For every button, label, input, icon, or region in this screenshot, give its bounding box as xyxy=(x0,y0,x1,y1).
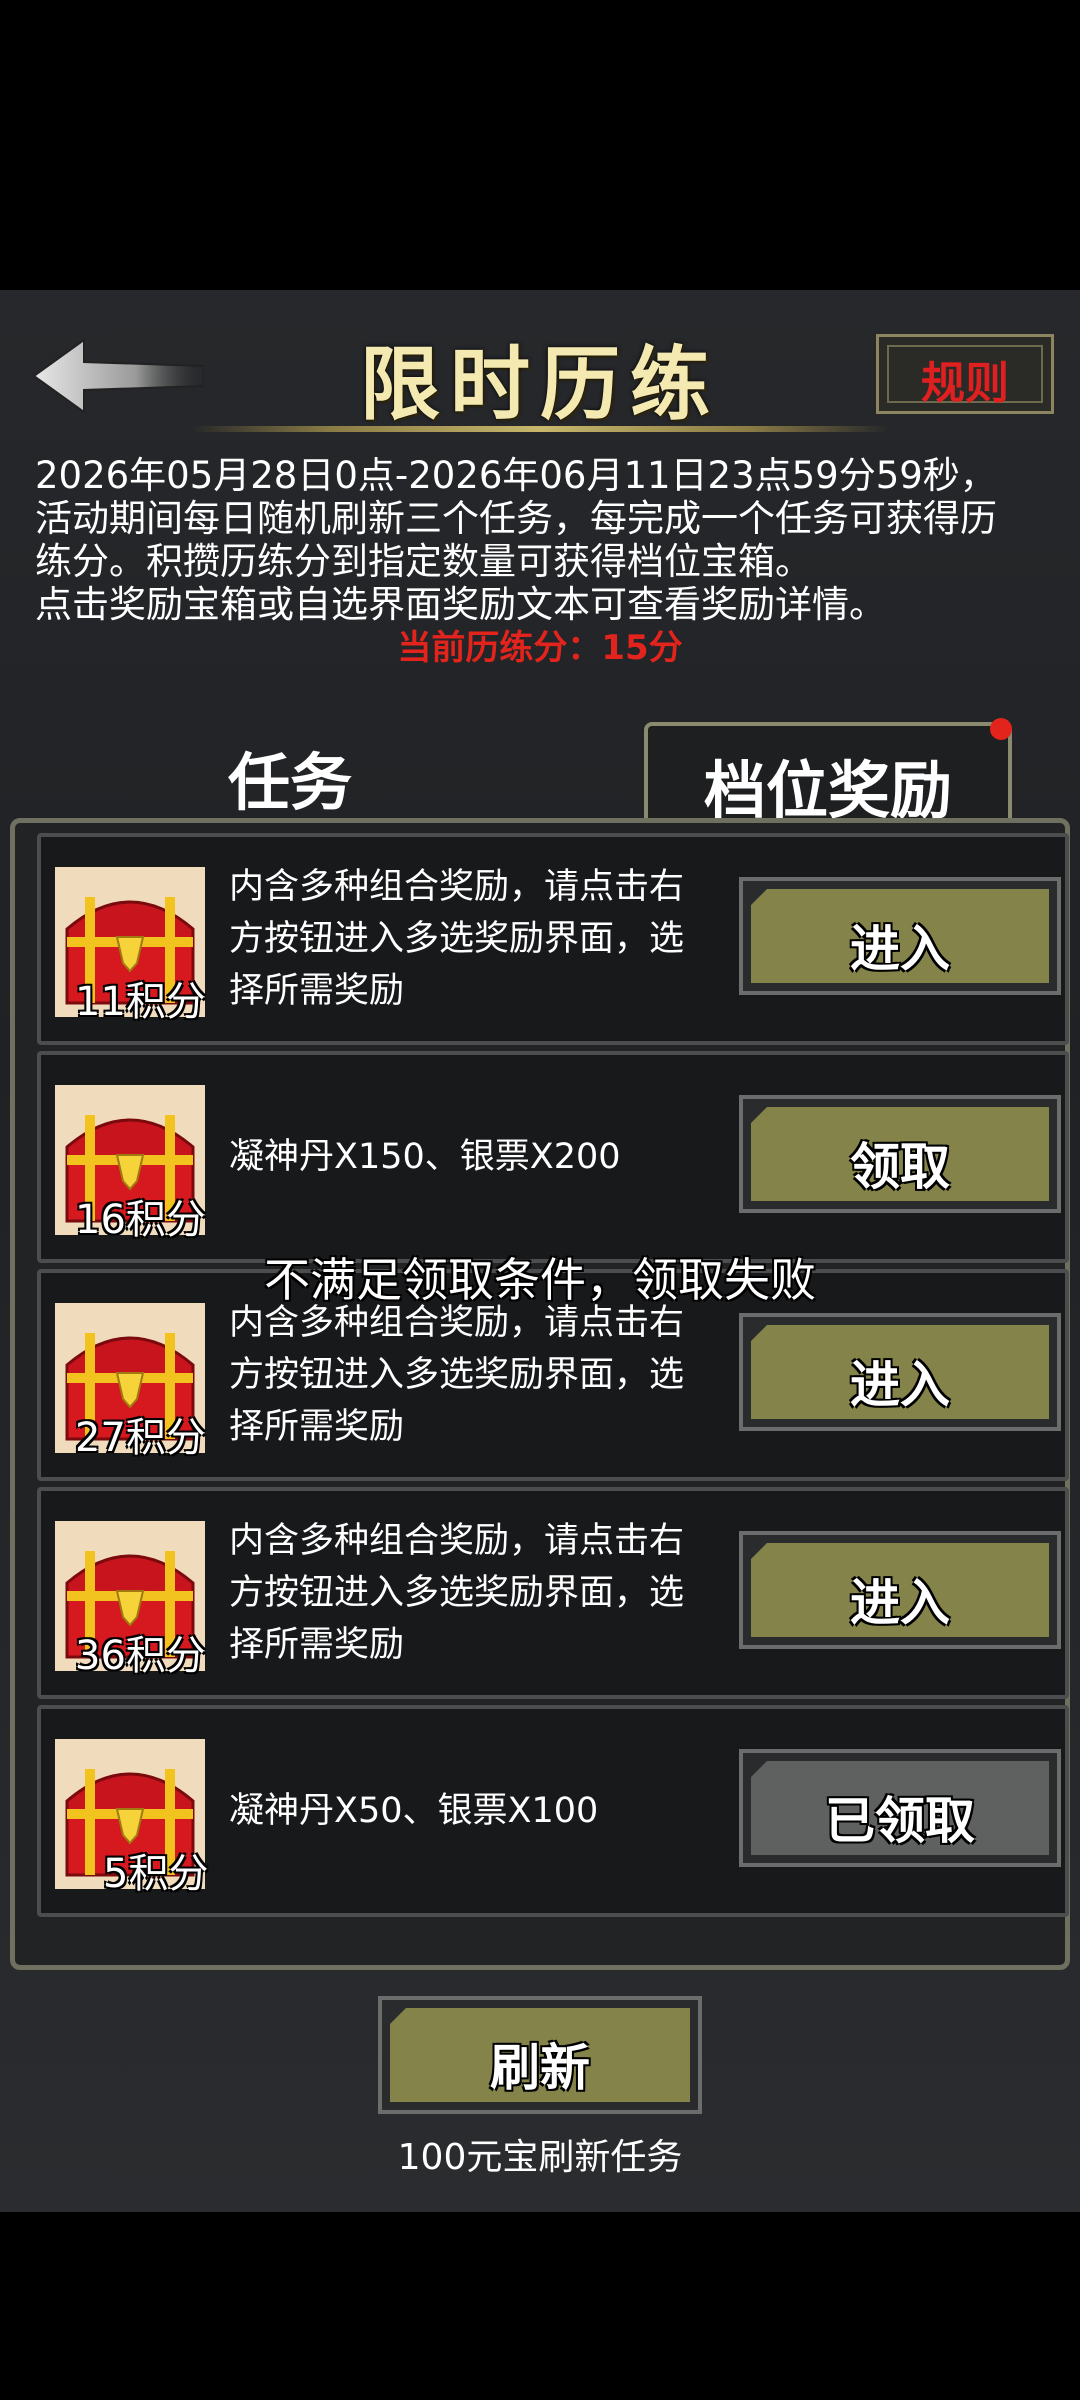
reward-description[interactable]: 内含多种组合奖励，请点击右 方按钮进入多选奖励界面，选 择所需奖励 xyxy=(229,1297,709,1453)
reward-row: 36积分 内含多种组合奖励，请点击右 方按钮进入多选奖励界面，选 择所需奖励 进… xyxy=(37,1487,1069,1699)
reward-text-line: 凝神丹X50、银票X100 xyxy=(229,1791,599,1831)
event-screen: 限时历练 规则 2026年05月28日0点-2026年06月11日23点59分5… xyxy=(0,290,1080,2212)
enter-button[interactable]: 进入 xyxy=(739,1313,1061,1431)
event-description: 2026年05月28日0点-2026年06月11日23点59分59秒， 活动期间… xyxy=(35,454,1045,626)
button-label: 领取 xyxy=(850,1138,950,1196)
reward-description[interactable]: 凝神丹X50、银票X100 xyxy=(229,1785,709,1837)
current-score: 当前历练分：15分 xyxy=(397,628,683,668)
reward-list-panel: 11积分 内含多种组合奖励，请点击右 方按钮进入多选奖励界面，选 择所需奖励 进… xyxy=(10,818,1070,1970)
reward-description[interactable]: 内含多种组合奖励，请点击右 方按钮进入多选奖励界面，选 择所需奖励 xyxy=(229,1515,709,1671)
rules-label: 规则 xyxy=(921,358,1009,409)
reward-text-line: 方按钮进入多选奖励界面，选 xyxy=(229,919,685,959)
button-label: 进入 xyxy=(850,1356,950,1414)
refresh-label: 刷新 xyxy=(490,2039,590,2097)
reward-description[interactable]: 凝神丹X150、银票X200 xyxy=(229,1131,709,1183)
reward-text-line: 内含多种组合奖励，请点击右 xyxy=(229,1521,685,1561)
tab-task[interactable]: 任务 xyxy=(180,732,400,822)
rules-button[interactable]: 规则 xyxy=(876,334,1054,414)
reward-text-line: 内含多种组合奖励，请点击右 xyxy=(229,867,685,907)
notification-dot-icon xyxy=(990,718,1012,740)
reward-row: 5积分 凝神丹X50、银票X100 已领取 xyxy=(37,1705,1069,1917)
reward-row: 16积分 凝神丹X150、银票X200 领取 xyxy=(37,1051,1069,1263)
refresh-button[interactable]: 刷新 xyxy=(378,1996,702,2114)
reward-text-line: 方按钮进入多选奖励界面，选 xyxy=(229,1573,685,1613)
reward-text-line: 择所需奖励 xyxy=(229,971,405,1011)
reward-row: 11积分 内含多种组合奖励，请点击右 方按钮进入多选奖励界面，选 择所需奖励 进… xyxy=(37,833,1069,1045)
button-label: 进入 xyxy=(850,920,950,978)
toast-message: 不满足领取条件，领取失败 xyxy=(264,1253,816,1307)
reward-text-line: 凝神丹X150、银票X200 xyxy=(229,1137,621,1177)
points-label: 16积分 xyxy=(75,1197,206,1243)
claimed-button[interactable]: 已领取 xyxy=(739,1749,1061,1867)
description-line: 活动期间每日随机刷新三个任务，每完成一个任务可获得历 xyxy=(35,497,997,540)
claim-button[interactable]: 领取 xyxy=(739,1095,1061,1213)
enter-button[interactable]: 进入 xyxy=(739,877,1061,995)
tab-reward-label: 档位奖励 xyxy=(703,754,952,827)
title-divider xyxy=(190,426,890,432)
enter-button[interactable]: 进入 xyxy=(739,1531,1061,1649)
description-line: 2026年05月28日0点-2026年06月11日23点59分59秒， xyxy=(35,454,997,497)
tab-reward[interactable]: 档位奖励 xyxy=(644,722,1012,828)
points-label: 5积分 xyxy=(103,1851,209,1897)
points-label: 27积分 xyxy=(75,1415,206,1461)
reward-text-line: 择所需奖励 xyxy=(229,1625,405,1665)
reward-description[interactable]: 内含多种组合奖励，请点击右 方按钮进入多选奖励界面，选 择所需奖励 xyxy=(229,861,709,1017)
refresh-cost-text: 100元宝刷新任务 xyxy=(397,2137,683,2178)
description-line: 练分。积攒历练分到指定数量可获得档位宝箱。 xyxy=(35,540,812,583)
points-label: 11积分 xyxy=(75,979,206,1025)
button-label: 已领取 xyxy=(825,1792,975,1850)
points-label: 36积分 xyxy=(75,1633,206,1679)
reward-text-line: 方按钮进入多选奖励界面，选 xyxy=(229,1355,685,1395)
button-label: 进入 xyxy=(850,1574,950,1632)
reward-text-line: 择所需奖励 xyxy=(229,1407,405,1447)
